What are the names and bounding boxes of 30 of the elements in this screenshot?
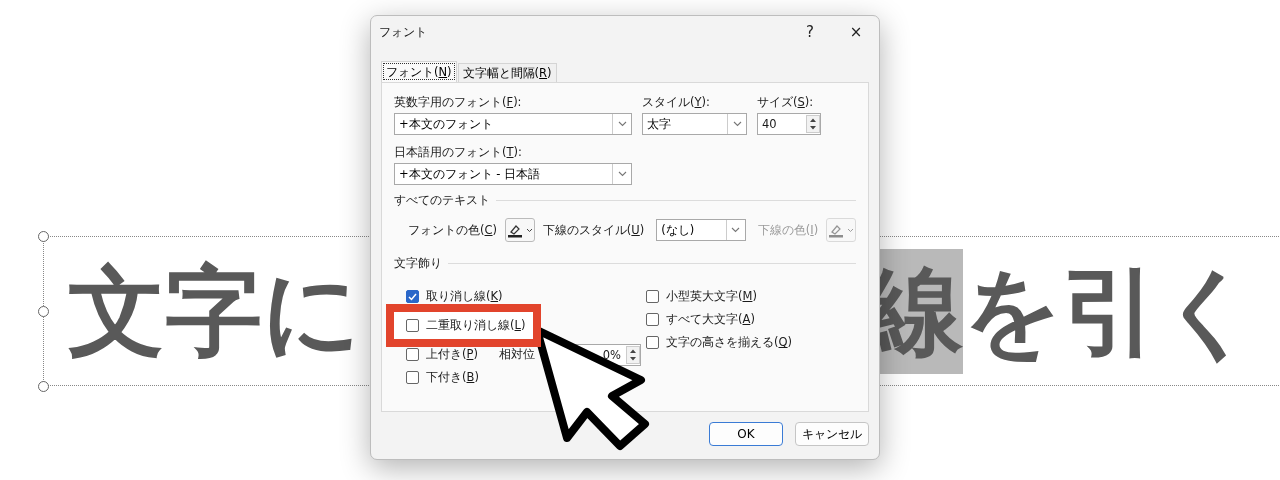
section-heading: 文字飾り xyxy=(394,256,442,271)
field-label: 下線の色(I) xyxy=(757,222,819,238)
section-heading: すべてのテキスト xyxy=(394,193,490,208)
checkbox-label: 小型英大文字(M) xyxy=(666,289,757,304)
checkbox-label: 文字の高さを揃える(Q) xyxy=(666,335,793,350)
field-label: スタイル(Y): xyxy=(642,95,711,110)
tab[interactable]: 文字幅と間隔(R) xyxy=(457,63,557,82)
size-spinner[interactable]: 40 xyxy=(757,113,821,135)
field-label: 下線のスタイル(U) xyxy=(542,222,645,238)
dialog-title: フォント xyxy=(379,24,428,40)
checkbox-label: 下付き(B) xyxy=(426,370,479,385)
style-dropdown[interactable]: 太字 xyxy=(642,113,747,135)
field-label: サイズ(S): xyxy=(757,95,815,110)
slide-text: 文字に xyxy=(68,262,361,360)
font-dropdown[interactable]: +本文のフォント xyxy=(394,113,632,135)
font-dropdown[interactable]: +本文のフォント - 日本語 xyxy=(394,163,632,185)
field-label: 日本語用のフォント(T): xyxy=(394,145,523,160)
field-label: 相対位 xyxy=(498,347,535,362)
tab[interactable]: フォント(N) xyxy=(381,61,457,82)
underline-style-dropdown[interactable]: (なし) xyxy=(656,219,746,241)
field-label: フォントの色(C) xyxy=(408,222,498,238)
checkbox-label: 上付き(P) xyxy=(426,347,478,362)
cancel-button[interactable]: キャンセル xyxy=(795,422,869,446)
close-button[interactable]: × xyxy=(833,23,879,41)
checkbox-label: 二重取り消し線(L) xyxy=(426,318,526,333)
checkbox-label: すべて大文字(A) xyxy=(666,312,755,327)
checkbox-label: 取り消し線(K) xyxy=(426,289,503,304)
help-button[interactable]: ? xyxy=(787,23,833,41)
ok-button[interactable]: OK xyxy=(709,422,783,446)
field-label: 英数字用のフォント(F): xyxy=(394,95,523,110)
